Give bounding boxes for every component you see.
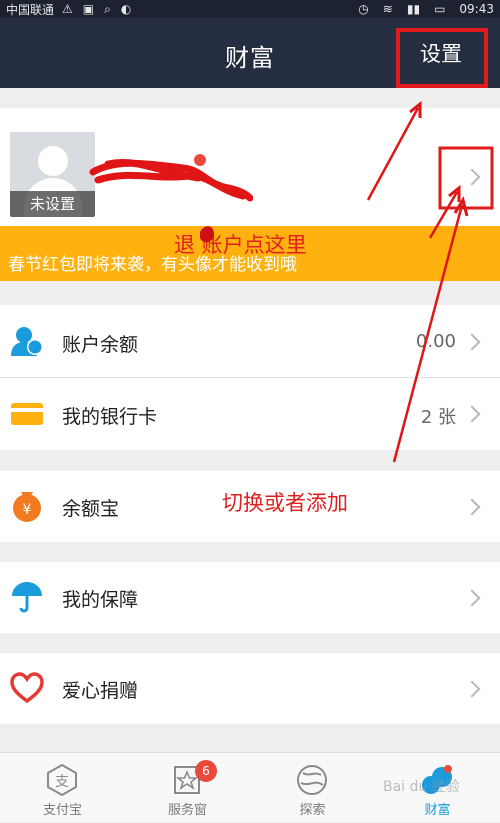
explore-icon bbox=[297, 765, 327, 795]
menu-row-balance[interactable]: 账户余额 0.00 bbox=[0, 305, 500, 377]
yuebao-label: 余额宝 bbox=[62, 498, 120, 520]
signal-icon: ▮▮ bbox=[406, 2, 421, 16]
charity-label: 爱心捐赠 bbox=[62, 680, 139, 702]
redaction-scribble bbox=[89, 154, 253, 202]
alipay-icon: 支 bbox=[47, 763, 77, 797]
balance-value: 0.00 bbox=[415, 331, 456, 352]
battery-icon: ▭ bbox=[434, 2, 446, 16]
tab-service-window[interactable]: 服务窗 bbox=[125, 753, 250, 823]
avatar-head-icon bbox=[38, 146, 68, 176]
tab-label: 支付宝 bbox=[42, 803, 82, 818]
logout-hint-annotation: 退 账户点这里 bbox=[174, 233, 307, 257]
image-icon: ▣ bbox=[82, 1, 95, 16]
chevron-right-icon bbox=[463, 498, 481, 516]
chevron-right-icon bbox=[463, 333, 481, 351]
tab-alipay[interactable]: 支 支付宝 bbox=[0, 753, 125, 823]
wifi-icon: ≋ bbox=[382, 2, 393, 16]
settings-highlight-box bbox=[396, 28, 488, 88]
alarm-icon: ◷ bbox=[358, 2, 369, 16]
status-bar: 中国联通 ⚠ ▣ ⌕ ◐ ◷ ≋ ▮▮ ▭ 09:43 bbox=[0, 0, 500, 18]
tab-label: 服务窗 bbox=[167, 803, 207, 818]
bank-card-count: 2 张 bbox=[420, 407, 456, 428]
menu-row-charity[interactable]: 爱心捐赠 bbox=[0, 653, 500, 724]
insurance-label: 我的保障 bbox=[62, 589, 139, 611]
chevron-right-icon bbox=[463, 405, 481, 423]
svg-text:¥: ¥ bbox=[23, 502, 32, 518]
search-icon: ⌕ bbox=[104, 1, 111, 16]
chevron-right-icon bbox=[463, 589, 481, 607]
warning-icon: ⚠ bbox=[62, 1, 73, 16]
carrier-label: 中国联通 bbox=[6, 2, 55, 17]
menu-row-insurance[interactable]: 我的保障 bbox=[0, 562, 500, 633]
balance-label: 账户余额 bbox=[62, 334, 139, 356]
menu-row-bank-card[interactable]: 我的银行卡 2 张 bbox=[0, 378, 500, 450]
bank-card-label: 我的银行卡 bbox=[62, 406, 158, 428]
profile-chevron-icon[interactable] bbox=[463, 168, 481, 186]
heart-icon bbox=[10, 672, 44, 704]
shield-icon: ◐ bbox=[120, 1, 132, 16]
chevron-right-icon bbox=[463, 680, 481, 698]
money-bag-icon: ¥ bbox=[13, 492, 41, 522]
user-balance-icon bbox=[11, 327, 43, 356]
service-window-badge: 6 bbox=[195, 760, 217, 782]
profile-card[interactable]: 未设置 bbox=[0, 108, 500, 226]
tab-label: 探索 bbox=[299, 803, 326, 818]
switch-hint-annotation: 切换或者添加 bbox=[222, 491, 348, 515]
umbrella-icon bbox=[12, 582, 42, 613]
bank-card-icon bbox=[11, 403, 43, 425]
tab-label: 财富 bbox=[424, 803, 451, 818]
avatar-label: 未设置 bbox=[10, 191, 95, 217]
svg-text:支: 支 bbox=[55, 774, 69, 790]
watermark: Bai du 经验 bbox=[383, 779, 460, 795]
tab-explore[interactable]: 探索 bbox=[250, 753, 375, 823]
clock-time: 09:43 bbox=[459, 2, 494, 16]
avatar[interactable]: 未设置 bbox=[10, 132, 95, 217]
